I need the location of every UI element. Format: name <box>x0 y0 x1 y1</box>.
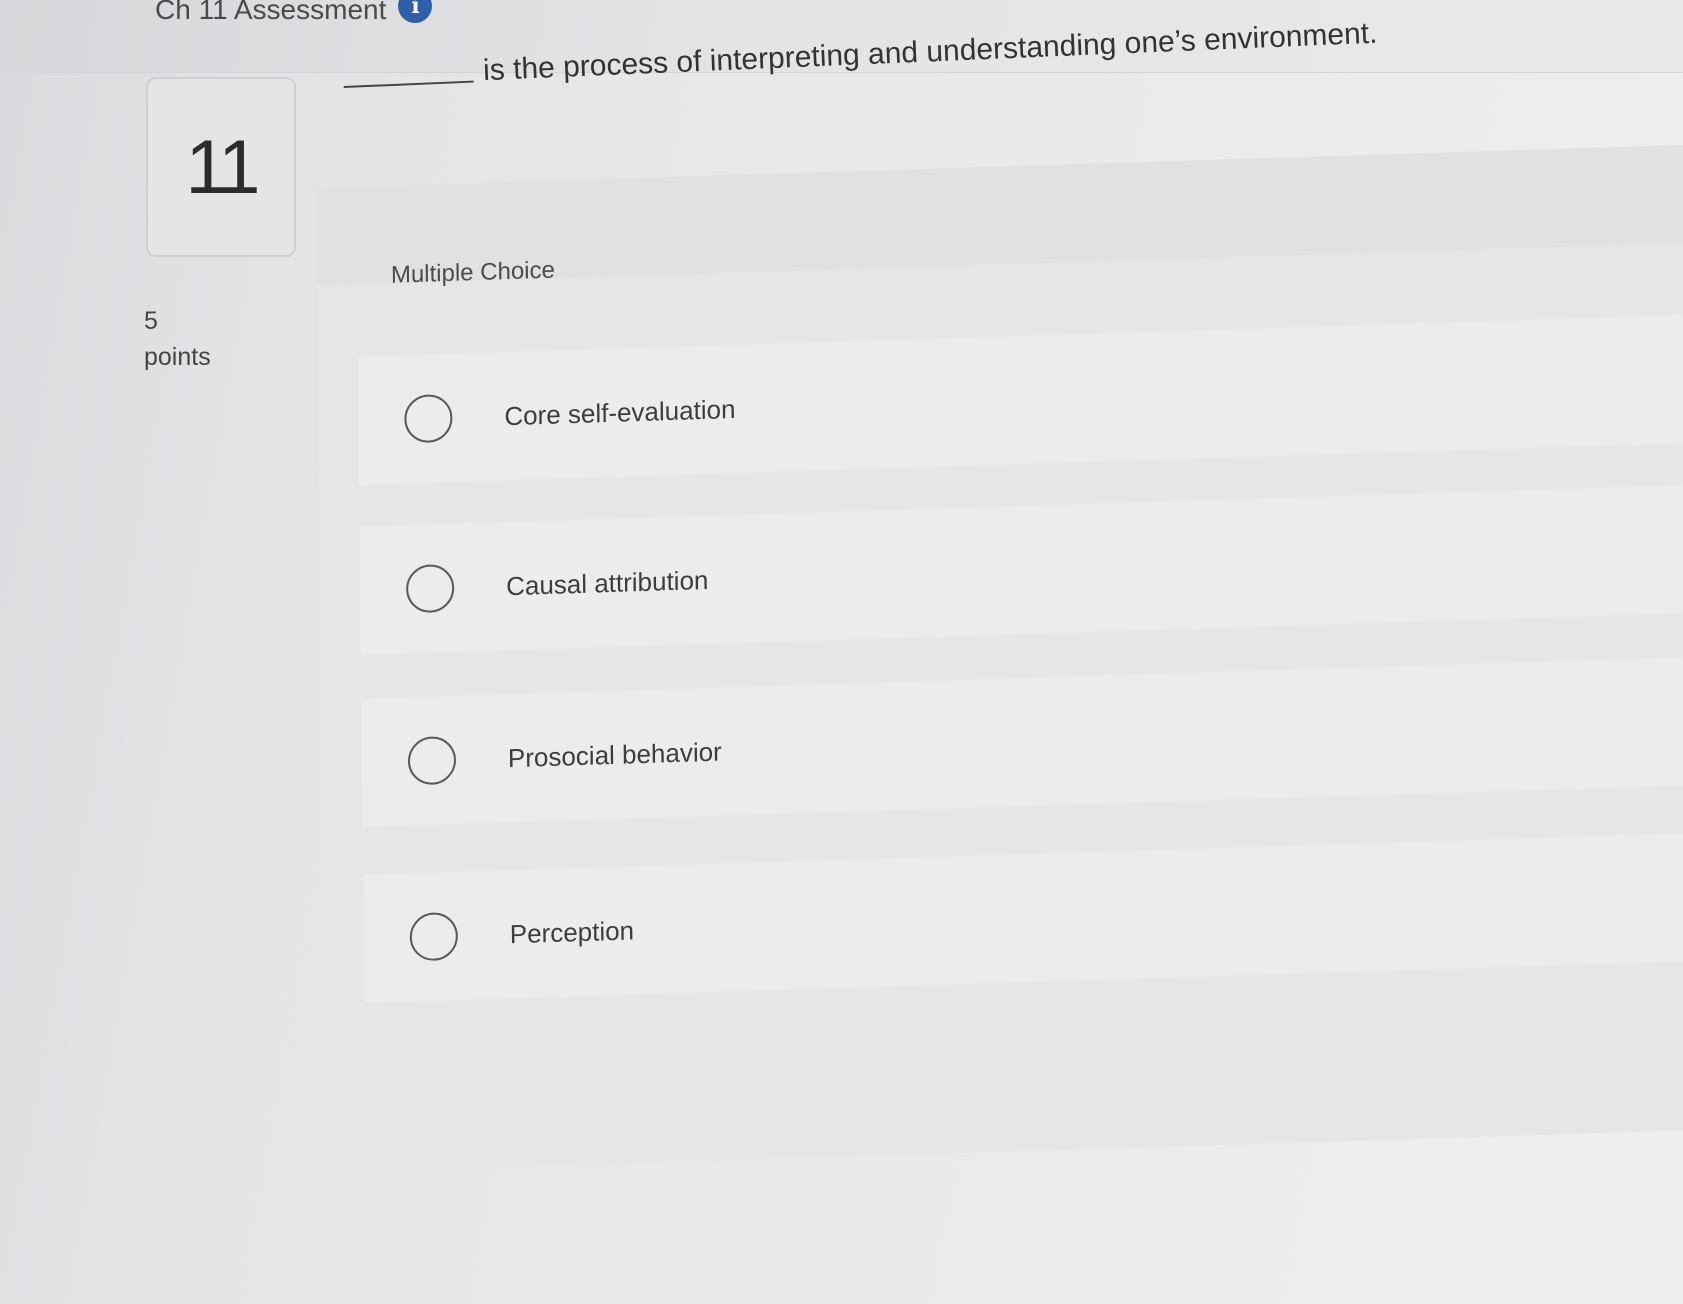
question-type-label: Multiple Choice <box>390 256 556 289</box>
radio-button[interactable] <box>409 911 459 962</box>
question-number-box: 11 <box>146 77 296 257</box>
radio-button[interactable] <box>407 735 457 786</box>
answer-option[interactable]: Core self-evaluation <box>357 314 1683 485</box>
answer-option-label: Core self-evaluation <box>504 393 736 431</box>
question-number: 11 <box>185 124 261 210</box>
answer-option[interactable]: Prosocial behavior <box>361 656 1683 827</box>
assessment-title: Ch 11 Assessment <box>155 0 387 25</box>
answer-option[interactable]: Causal attribution <box>359 484 1683 655</box>
answer-option-label: Perception <box>509 914 635 949</box>
assessment-header: Ch 11 Assessment i <box>155 0 433 26</box>
radio-button[interactable] <box>405 563 455 614</box>
answer-panel: Multiple Choice Core self-evaluation Cau… <box>316 143 1683 1174</box>
answer-option[interactable]: Perception <box>363 832 1683 1003</box>
answer-option-label: Causal attribution <box>505 564 709 601</box>
radio-button[interactable] <box>404 393 453 444</box>
points-display: 5 points <box>144 303 211 375</box>
points-label: points <box>144 343 211 371</box>
points-value: 5 <box>144 307 158 335</box>
answer-option-label: Prosocial behavior <box>507 736 722 773</box>
fill-in-blank <box>343 80 474 89</box>
info-icon[interactable]: i <box>398 0 433 23</box>
